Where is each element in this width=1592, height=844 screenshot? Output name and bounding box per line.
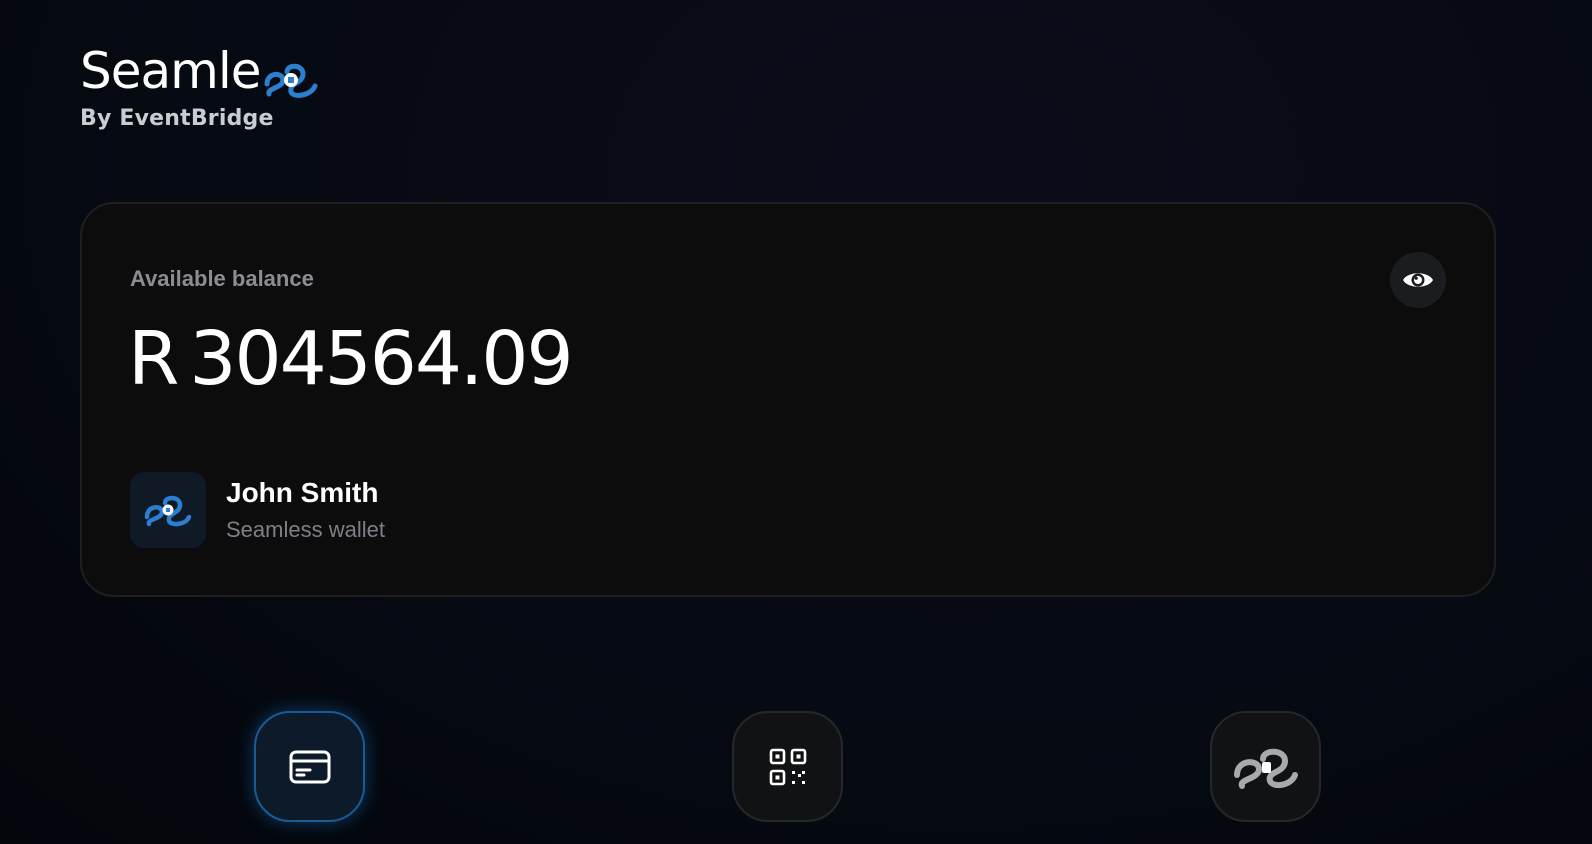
- seamless-link-icon: [1233, 748, 1298, 789]
- wallet-avatar: [130, 472, 206, 548]
- credit-card-icon: [289, 750, 330, 783]
- balance-label: Available balance: [130, 266, 314, 291]
- brand-logo: Seamle By EventBridge: [80, 46, 319, 131]
- brand-subtitle: By EventBridge: [80, 106, 274, 131]
- seamless-ss-icon: [144, 495, 192, 527]
- seamless-ss-icon: [263, 56, 319, 98]
- brand-name: Seamle: [80, 42, 261, 100]
- qr-scan-button[interactable]: [732, 711, 843, 822]
- seamless-link-button[interactable]: [1210, 711, 1321, 822]
- balance-amount: R 304564.09: [128, 316, 574, 402]
- wallet-info: John Smith Seamless wallet: [130, 472, 385, 548]
- wallet-text: John Smith Seamless wallet: [226, 477, 385, 543]
- brand-wordmark: Seamle: [80, 42, 319, 100]
- balance-card: Available balance R 304564.09 John Smith…: [80, 202, 1496, 597]
- balance-value: 304564.09: [189, 316, 573, 402]
- qr-code-icon: [769, 748, 806, 785]
- card-action-button[interactable]: [254, 711, 365, 822]
- wallet-type: Seamless wallet: [226, 517, 385, 542]
- eye-icon: [1403, 273, 1433, 287]
- toggle-visibility-button[interactable]: [1390, 252, 1446, 308]
- wallet-owner-name: John Smith: [226, 477, 379, 508]
- balance-currency: R: [128, 316, 179, 402]
